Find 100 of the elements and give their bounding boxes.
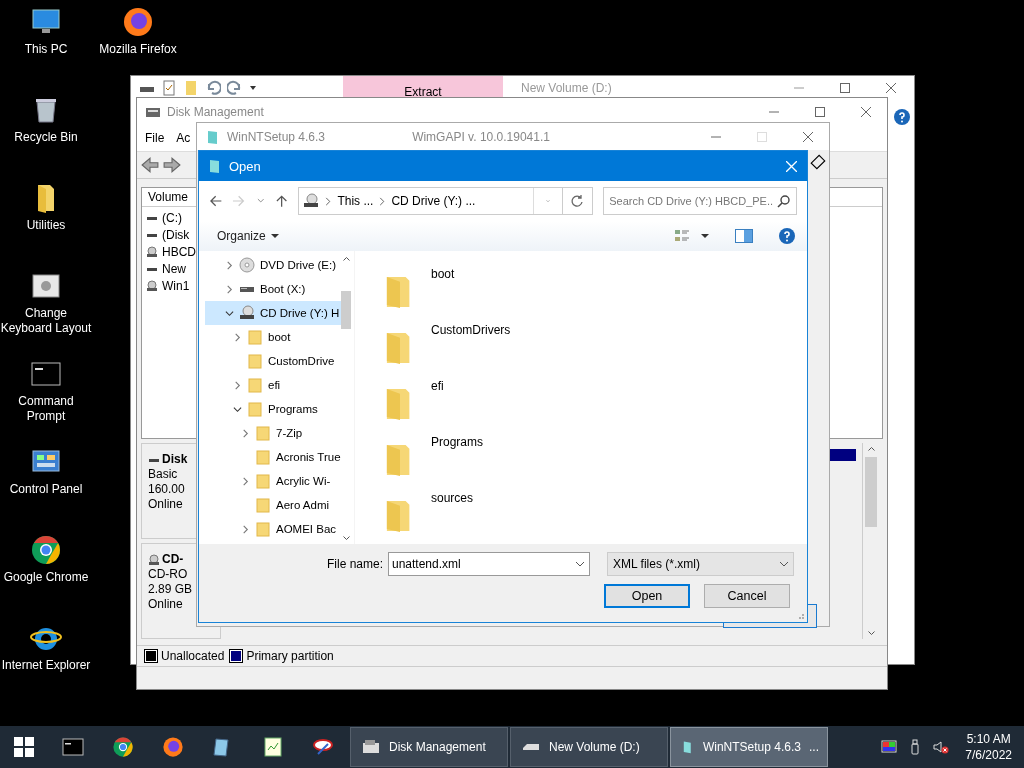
- properties-icon[interactable]: [161, 80, 177, 96]
- address-bar[interactable]: This ... CD Drive (Y:) ...: [298, 187, 563, 215]
- chevron-right-icon: [325, 196, 332, 206]
- tree-item[interactable]: Acronis True: [205, 445, 342, 469]
- refresh-button[interactable]: [562, 187, 594, 215]
- breadcrumb[interactable]: CD Drive (Y:) ...: [391, 194, 476, 208]
- search-icon[interactable]: [777, 194, 791, 208]
- start-icon[interactable]: [14, 737, 34, 757]
- tree-item[interactable]: efi: [205, 373, 342, 397]
- desktop-icon-label[interactable]: Internet Explorer: [1, 658, 91, 673]
- notes-icon[interactable]: [262, 736, 284, 758]
- forward-arrow-icon[interactable]: [163, 156, 181, 174]
- display-icon[interactable]: [881, 739, 898, 755]
- list-row-label[interactable]: New: [162, 261, 186, 276]
- tree-item[interactable]: CD Drive (Y:) H: [205, 301, 342, 325]
- close-icon[interactable]: [803, 131, 813, 142]
- chevron-down-icon[interactable]: [780, 562, 788, 566]
- taskbar-button[interactable]: WinNTSetup 4.6.3 ...: [670, 727, 828, 767]
- maximize-icon[interactable]: [815, 106, 825, 117]
- chevron-icon[interactable]: [225, 308, 234, 318]
- preview-pane-icon[interactable]: [735, 228, 753, 244]
- desktop-icon-label[interactable]: Command Prompt: [0, 394, 92, 424]
- tree-item[interactable]: Aero Admi: [205, 493, 342, 517]
- desktop-icon-label[interactable]: Mozilla Firefox: [99, 42, 177, 57]
- help-icon[interactable]: [779, 228, 795, 244]
- list-row-label[interactable]: (C:): [162, 210, 182, 225]
- caret-icon[interactable]: [270, 234, 279, 238]
- browser-icon[interactable]: [122, 6, 154, 38]
- refresh-icon[interactable]: [570, 194, 585, 208]
- scroll-up-icon[interactable]: [342, 257, 350, 261]
- undo-icon[interactable]: [205, 80, 221, 96]
- chevron-icon[interactable]: [225, 284, 234, 294]
- tree-item[interactable]: DVD Drive (E:): [205, 253, 342, 277]
- desktop-icon-label[interactable]: Change Keyboard Layout: [0, 306, 92, 336]
- chevron-icon[interactable]: [233, 332, 242, 342]
- window-title: Disk Management: [167, 104, 264, 119]
- scroll-up-icon[interactable]: [867, 447, 875, 451]
- field-label: File name:: [325, 557, 383, 571]
- menu-item[interactable]: Ac: [176, 129, 191, 147]
- chevron-icon[interactable]: [233, 404, 242, 414]
- file-name[interactable]: efi: [431, 379, 444, 393]
- back-arrow-icon[interactable]: [141, 156, 159, 174]
- close-icon[interactable]: [886, 83, 896, 93]
- folder-icon: [247, 353, 263, 369]
- list-row-label[interactable]: Win1: [162, 278, 190, 293]
- tree-item[interactable]: CustomDrive: [205, 349, 342, 373]
- desktop-icon-label[interactable]: This PC: [24, 42, 68, 57]
- tree-item[interactable]: Acrylic Wi-: [205, 469, 342, 493]
- speaker-muted-icon[interactable]: [933, 739, 950, 755]
- chevron-icon[interactable]: [241, 524, 250, 534]
- close-icon[interactable]: [861, 106, 871, 117]
- taskbar-button[interactable]: Disk Management: [350, 727, 508, 767]
- search-field[interactable]: Search CD Drive (Y:) HBCD_PE...: [603, 187, 797, 215]
- window-title: New Volume (D:): [521, 81, 612, 95]
- desktop-icon-label[interactable]: Google Chrome: [3, 570, 89, 585]
- clock[interactable]: 5:10 AM 7/6/2022: [965, 731, 1012, 763]
- scroll-down-icon[interactable]: [867, 631, 875, 635]
- maximize-icon[interactable]: [840, 83, 850, 93]
- tree-item[interactable]: 7-Zip: [205, 421, 342, 445]
- desktop-icon-label[interactable]: Utilities: [26, 218, 66, 233]
- back-arrow-icon[interactable]: [209, 194, 223, 208]
- desktop-icon-label[interactable]: Control Panel: [9, 482, 83, 497]
- chevron-icon[interactable]: [241, 476, 250, 486]
- disk-info: CD-RO: [148, 567, 189, 582]
- chevron-right-icon: [379, 196, 386, 206]
- scrollbar-thumb[interactable]: [865, 457, 877, 527]
- file-type-dropdown[interactable]: XML files (*.xml): [607, 552, 794, 576]
- dropdown-icon[interactable]: [249, 84, 257, 92]
- browser-icon[interactable]: [30, 534, 62, 566]
- list-row-label[interactable]: HBCD: [162, 244, 196, 259]
- file-name-field[interactable]: unattend.xml: [388, 552, 590, 576]
- file-name[interactable]: Programs: [431, 435, 483, 449]
- chevron-down-icon[interactable]: [576, 562, 584, 566]
- cancel-button[interactable]: Cancel: [704, 584, 790, 608]
- breadcrumb[interactable]: This ...: [337, 194, 374, 208]
- taskbar-button[interactable]: New Volume (D:): [510, 727, 668, 767]
- up-arrow-icon[interactable]: [275, 194, 289, 208]
- scrollbar-thumb[interactable]: [341, 291, 351, 329]
- chevron-icon[interactable]: [241, 428, 250, 438]
- redo-icon[interactable]: [227, 80, 243, 96]
- file-name[interactable]: CustomDrivers: [431, 323, 511, 337]
- chevron-icon[interactable]: [225, 260, 234, 270]
- file-name[interactable]: boot: [431, 267, 455, 281]
- list-row-label[interactable]: (Disk: [162, 227, 190, 242]
- scroll-down-icon[interactable]: [342, 536, 350, 540]
- dropdown-icon[interactable]: [701, 232, 709, 240]
- ribbon-tab[interactable]: Extract: [343, 76, 503, 100]
- tree-item[interactable]: boot: [205, 325, 342, 349]
- file-name[interactable]: sources: [431, 491, 474, 505]
- menu-item[interactable]: File: [145, 129, 165, 147]
- chevron-icon[interactable]: [233, 380, 242, 390]
- organize-menu[interactable]: Organize: [217, 229, 279, 243]
- terminal-icon[interactable]: [62, 736, 84, 758]
- tree-item[interactable]: AOMEI Bac: [205, 517, 342, 541]
- tree-item[interactable]: Boot (X:): [205, 277, 342, 301]
- open-button[interactable]: Open: [604, 584, 690, 608]
- browser-icon[interactable]: [112, 736, 134, 758]
- help-icon[interactable]: [894, 109, 910, 125]
- desktop-icon-label[interactable]: Recycle Bin: [14, 130, 78, 145]
- tree-item[interactable]: Programs: [205, 397, 342, 421]
